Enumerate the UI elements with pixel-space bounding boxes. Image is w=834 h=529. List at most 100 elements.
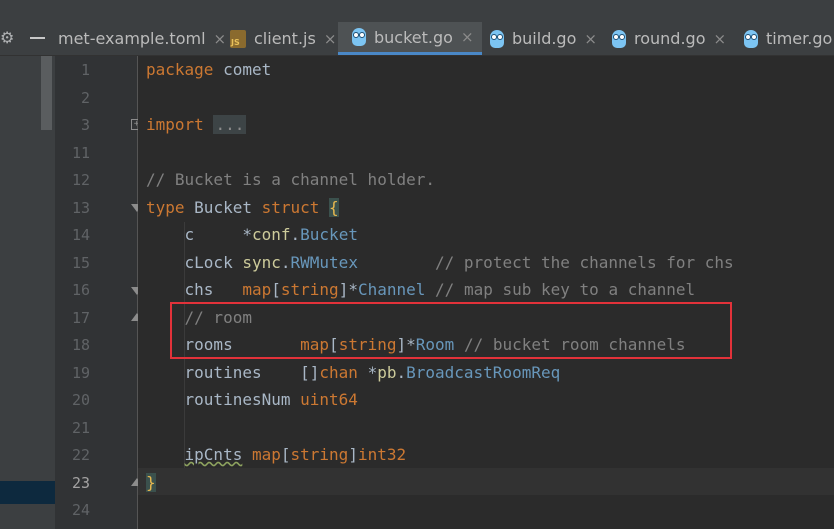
code-line-1: package comet: [146, 60, 271, 80]
line-number: 3: [80, 116, 90, 134]
keyword: chan: [319, 363, 358, 382]
code-line-13: type Bucket struct {: [146, 198, 339, 218]
package: pb: [377, 363, 397, 382]
line-number: 1: [80, 61, 90, 79]
op: .: [280, 253, 291, 272]
line-number: 22: [71, 446, 90, 464]
keyword: int32: [357, 445, 407, 464]
tab-label: round.go: [634, 29, 706, 48]
op: *: [242, 225, 252, 244]
field: cLock: [184, 253, 233, 272]
tab-label: timer.go: [766, 29, 833, 48]
go-gopher-icon: [612, 29, 626, 48]
op: *: [367, 363, 378, 382]
op: *: [348, 280, 358, 299]
op: ]: [348, 445, 358, 464]
type: BroadcastRoomReq: [406, 363, 561, 382]
field: ipCnts: [184, 445, 243, 464]
comment: // map sub key to a channel: [435, 280, 696, 299]
minimize-icon[interactable]: [30, 37, 45, 39]
code-line-12: // Bucket is a channel holder.: [146, 170, 435, 190]
line-number: 11: [71, 144, 90, 162]
code-line-20: routinesNum uint64: [146, 390, 358, 410]
package: conf: [251, 225, 291, 244]
package-name: comet: [223, 60, 272, 79]
code-line-22: ipCnts map[string]int32: [146, 445, 407, 465]
keyword: package: [146, 60, 214, 79]
type: Channel: [357, 280, 426, 299]
tab-met-example-toml[interactable]: met-example.toml ×: [58, 22, 226, 55]
go-gopher-icon: [352, 28, 366, 46]
keyword: type: [146, 198, 185, 217]
code-line-23: }: [146, 473, 156, 493]
keyword: uint64: [300, 390, 358, 409]
line-number: 13: [71, 199, 90, 217]
field: routines: [184, 363, 262, 382]
go-gopher-icon: [744, 29, 758, 48]
field: c: [184, 225, 195, 244]
field: routinesNum: [184, 390, 291, 409]
folded-imports[interactable]: ...: [213, 115, 247, 134]
current-line-highlight: [138, 468, 834, 495]
tab-timer-go[interactable]: timer.go: [744, 22, 832, 55]
project-panel-strip: [0, 56, 55, 529]
tab-label: build.go: [512, 29, 577, 48]
code-line-15: cLock sync.RWMutex // protect the channe…: [146, 253, 734, 273]
js-file-icon: JS: [230, 29, 246, 48]
tab-label: bucket.go: [374, 27, 453, 47]
keyword: map: [242, 280, 272, 299]
type: RWMutex: [290, 253, 358, 272]
keyword: struct: [261, 198, 320, 217]
comment: // protect the channels for chs: [435, 253, 734, 272]
close-icon[interactable]: ×: [713, 30, 726, 48]
code-line-16: chs map[string]*Channel // map sub key t…: [146, 280, 696, 300]
line-number: 18: [71, 336, 90, 354]
tab-client-js[interactable]: JS client.js ×: [230, 22, 336, 55]
close-icon[interactable]: ×: [584, 30, 597, 48]
type-name: Bucket: [194, 198, 252, 217]
comment: // Bucket is a channel holder.: [146, 170, 435, 189]
line-number: 16: [71, 281, 90, 299]
keyword: string: [290, 445, 349, 464]
line-number: 24: [71, 501, 90, 519]
line-number-current: 23: [71, 474, 90, 492]
keyword: map: [251, 445, 281, 464]
package: sync: [242, 253, 281, 272]
tab-label: client.js: [254, 29, 316, 48]
op: []: [300, 363, 320, 382]
op: ]: [338, 280, 349, 299]
tab-label: met-example.toml: [58, 29, 206, 48]
line-number: 15: [71, 254, 90, 272]
code-line-19: routines []chan *pb.BroadcastRoomReq: [146, 363, 561, 383]
close-icon[interactable]: ×: [461, 28, 474, 46]
tab-bucket-go[interactable]: bucket.go ×: [338, 22, 482, 55]
keyword: string: [280, 280, 339, 299]
annotation-highlight-box: [170, 302, 732, 359]
line-number: 17: [71, 309, 90, 327]
code-line-3: import ...: [146, 115, 247, 135]
go-gopher-icon: [490, 29, 504, 48]
type: Bucket: [300, 225, 358, 244]
editor-tab-bar: ⚙ met-example.toml × JS client.js × buck…: [0, 0, 834, 56]
project-panel-scrollbar[interactable]: [41, 56, 52, 130]
project-selected-row[interactable]: [0, 481, 55, 504]
tab-round-go[interactable]: round.go ×: [612, 22, 726, 55]
keyword: import: [146, 115, 204, 134]
line-number: 14: [71, 226, 90, 244]
line-number: 12: [71, 171, 90, 189]
line-number: 19: [71, 364, 90, 382]
op: [: [280, 445, 291, 464]
line-number: 20: [71, 391, 90, 409]
line-number: 21: [71, 419, 90, 437]
line-number: 2: [80, 89, 90, 107]
brace: {: [329, 198, 339, 217]
code-line-14: c *conf.Bucket: [146, 225, 358, 245]
gear-icon[interactable]: ⚙: [0, 28, 14, 47]
op: .: [290, 225, 301, 244]
op: .: [396, 363, 407, 382]
close-icon[interactable]: ×: [324, 30, 337, 48]
close-icon[interactable]: ×: [214, 30, 227, 48]
tab-build-go[interactable]: build.go ×: [490, 22, 597, 55]
brace: }: [146, 473, 156, 492]
field: chs: [184, 280, 214, 299]
